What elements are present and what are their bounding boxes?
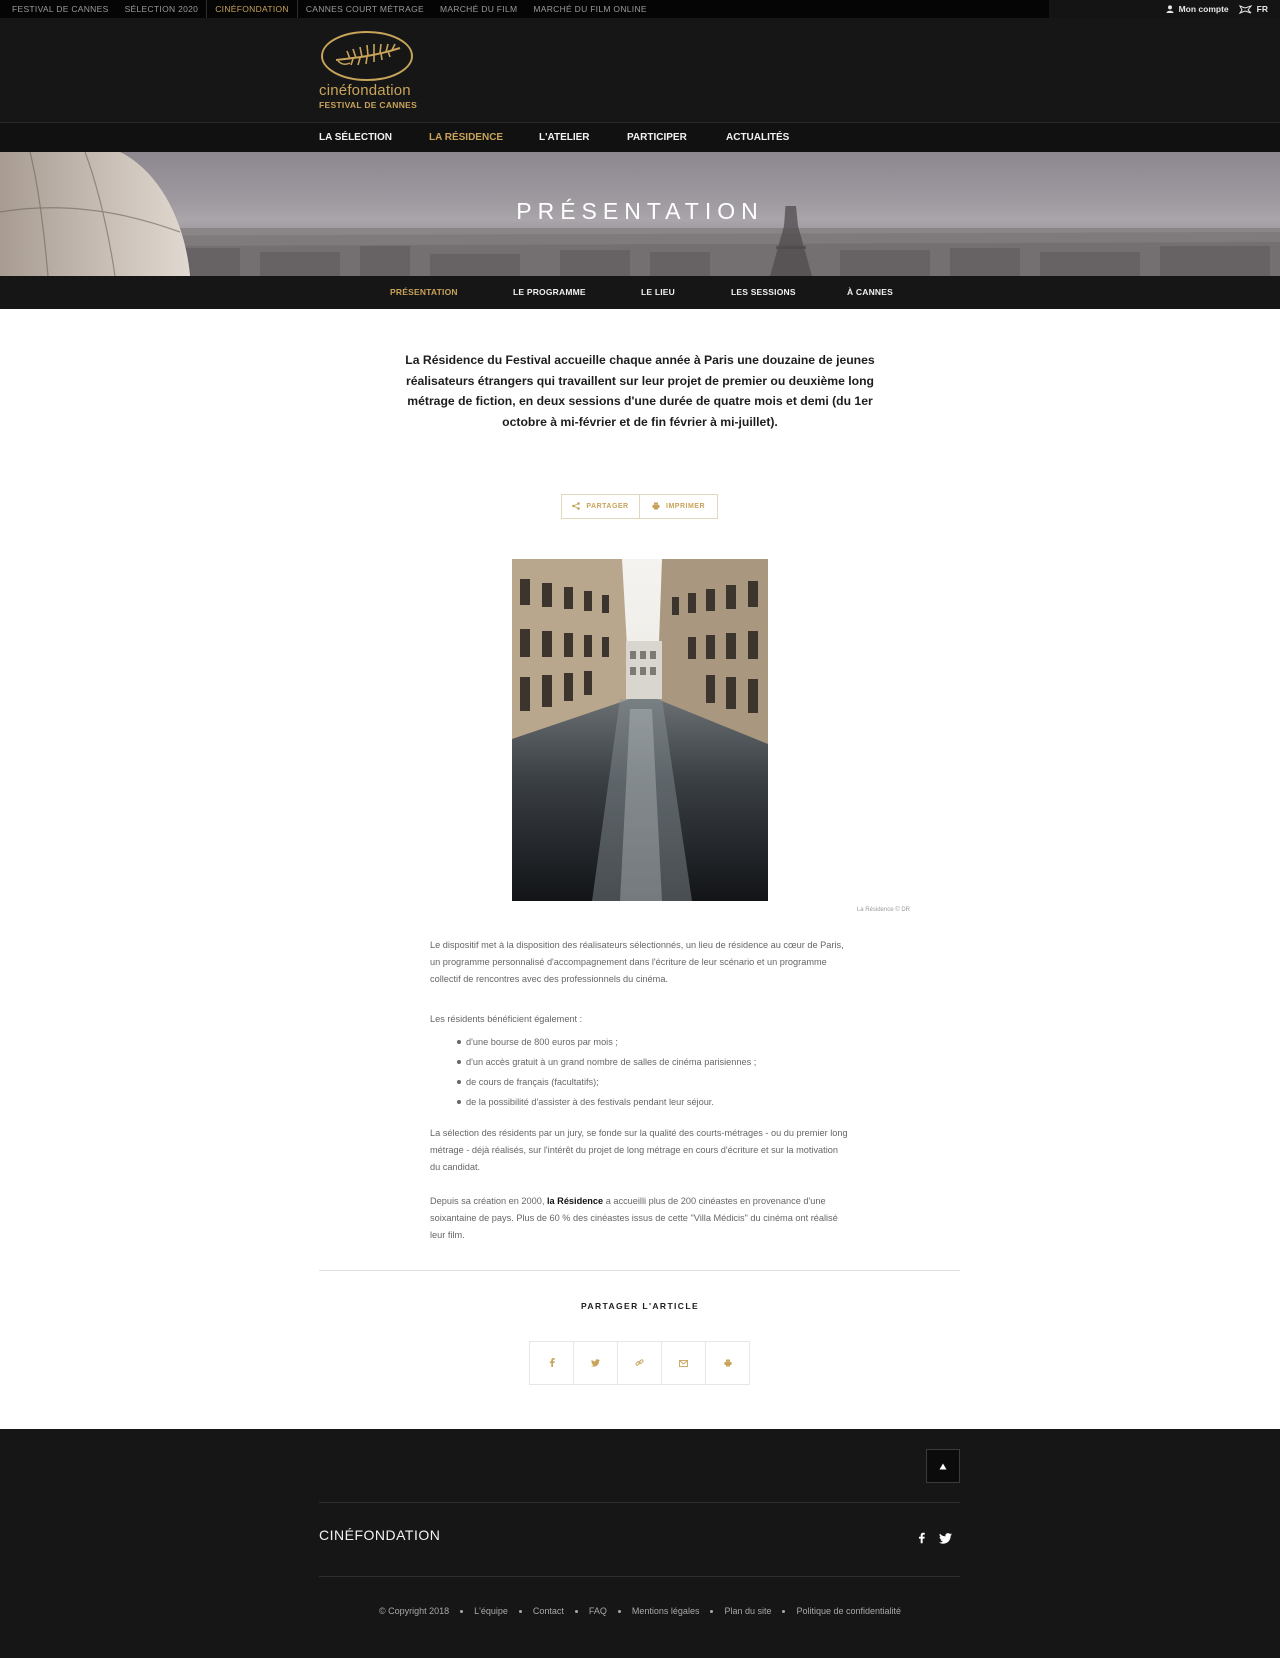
account-area: Mon compte FR [1166,0,1268,18]
footer-divider [319,1502,960,1503]
separator-dot [518,1609,522,1613]
main-navigation: LA SÉLECTION LA RÉSIDENCE L'ATELIER PART… [0,122,1280,152]
cinefondation-logo[interactable]: cinéfondation FESTIVAL DE CANNES [319,30,419,112]
account-label: Mon compte [1178,4,1229,14]
separator-dot [710,1609,714,1613]
twitter-icon[interactable] [939,1531,952,1549]
print-icon [652,502,660,512]
nav-item-participer[interactable]: PARTICIPER [627,123,687,153]
list-item: de cours de français (facultatifs); [457,1072,856,1092]
share-label: PARTAGER [586,503,629,510]
separator-dot [574,1609,578,1613]
logo-name: cinéfondation [319,82,411,99]
nav-item-residence[interactable]: LA RÉSIDENCE [429,123,503,153]
print-icon [724,1354,732,1372]
share-facebook-button[interactable] [530,1342,573,1384]
page-title: PRÉSENTATION [516,198,764,224]
article-photo [512,559,768,901]
benefits-list: d'une bourse de 800 euros par mois ; d'u… [457,1032,856,1112]
hero-banner: PRÉSENTATION [0,152,1280,276]
print-button[interactable]: IMPRIMER [639,495,717,518]
palm-emblem-icon [321,31,413,81]
share-email-button[interactable] [661,1342,705,1384]
content-divider [319,1270,960,1271]
share-buttons [529,1341,750,1385]
twitter-icon [591,1354,600,1372]
subnav-item-sessions[interactable]: LES SESSIONS [731,276,796,309]
footer-link-confidentialite[interactable]: Politique de confidentialité [796,1606,901,1616]
article-paragraph: Les résidents bénéficient également : [430,1014,583,1024]
photo-caption: La Résidence © DR [856,907,910,913]
flag-icon [1238,4,1252,14]
mail-icon [679,1354,688,1372]
separator-dot [782,1609,786,1613]
subnav-item-presentation[interactable]: PRÉSENTATION [390,276,458,309]
copy-link-button[interactable] [617,1342,661,1384]
article-paragraph: Le dispositif met à la disposition des r… [430,940,844,984]
separator-dot [617,1609,621,1613]
footer-link-contact[interactable]: Contact [533,1606,564,1616]
network-link-festival[interactable]: FESTIVAL DE CANNES [0,0,117,18]
footer-divider [319,1576,960,1577]
network-link-marche-online[interactable]: MARCHÉ DU FILM ONLINE [525,0,655,18]
article-actions: PARTAGER IMPRIMER [561,494,718,519]
language-switch[interactable]: FR [1238,4,1268,14]
share-print-button[interactable] [705,1342,749,1384]
subnav-item-a-cannes[interactable]: À CANNES [847,276,893,309]
share-article-title: PARTAGER L'ARTICLE [580,1301,700,1311]
residence-highlight: la Résidence [546,1196,604,1206]
network-link-selection-2020[interactable]: SÉLECTION 2020 [117,0,207,18]
top-utility-bar: FESTIVAL DE CANNES SÉLECTION 2020 CINÉFO… [0,0,1280,18]
article-lead: La Résidence du Festival accueille chaqu… [405,353,875,429]
footer-link-plan-du-site[interactable]: Plan du site [724,1606,771,1616]
network-link-cinefondation[interactable]: CINÉFONDATION [206,0,298,18]
copyright-text: © Copyright 2018 [378,1606,450,1616]
user-icon [1166,5,1174,13]
account-link[interactable]: Mon compte [1166,4,1229,14]
paragraph-text: Depuis sa création en 2000, [430,1196,547,1206]
language-label: FR [1256,4,1268,14]
site-header: cinéfondation FESTIVAL DE CANNES [0,18,1280,122]
arrow-up-icon [939,1457,947,1475]
article-paragraph: Depuis sa création en 2000, la Résidence… [430,1193,850,1244]
separator-dot [460,1609,464,1613]
footer-link-equipe[interactable]: L'équipe [474,1606,508,1616]
logo-subtitle: FESTIVAL DE CANNES [319,100,418,110]
network-link-marche-du-film[interactable]: MARCHÉ DU FILM [432,0,525,18]
nav-item-atelier[interactable]: L'ATELIER [539,123,590,153]
back-to-top-button[interactable] [926,1449,960,1483]
footer-social-links [918,1531,952,1549]
footer-links: © Copyright 2018 L'équipe Contact FAQ Me… [0,1606,1280,1616]
footer-link-faq[interactable]: FAQ [589,1606,607,1616]
share-icon [572,501,581,512]
section-subnav: PRÉSENTATION LE PROGRAMME LE LIEU LES SE… [0,276,1280,309]
list-item: d'une bourse de 800 euros par mois ; [457,1032,856,1052]
subnav-item-lieu[interactable]: LE LIEU [641,276,675,309]
share-twitter-button[interactable] [573,1342,617,1384]
link-icon [635,1354,644,1372]
nav-item-actualites[interactable]: ACTUALITÉS [726,123,789,153]
network-link-court-metrage[interactable]: CANNES COURT MÉTRAGE [298,0,432,18]
list-item: de la possibilité d'assister à des festi… [457,1092,856,1112]
article-paragraph: La sélection des résidents par un jury, … [430,1128,848,1172]
footer-brand: CINÉFONDATION [319,1527,441,1543]
share-button[interactable]: PARTAGER [562,495,639,518]
paris-street-image [512,559,768,901]
facebook-icon [549,1354,555,1372]
nav-item-selection[interactable]: LA SÉLECTION [319,123,392,153]
facebook-icon[interactable] [918,1531,925,1549]
subnav-item-programme[interactable]: LE PROGRAMME [513,276,586,309]
network-links: FESTIVAL DE CANNES SÉLECTION 2020 CINÉFO… [0,0,1049,18]
list-item: d'un accès gratuit à un grand nombre de … [457,1052,856,1072]
site-footer: CINÉFONDATION © Copyright 2018 L'équipe … [0,1429,1280,1658]
footer-link-mentions-legales[interactable]: Mentions légales [632,1606,700,1616]
print-label: IMPRIMER [666,503,705,510]
